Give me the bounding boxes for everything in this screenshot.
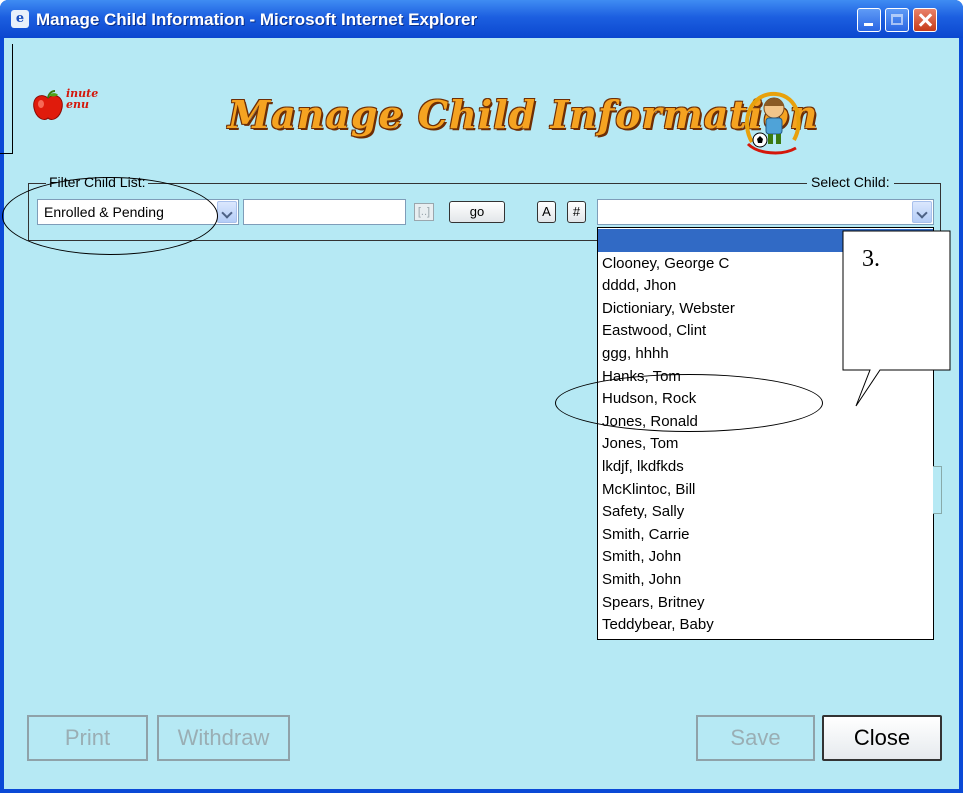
close-button[interactable]: Close: [822, 715, 942, 761]
child-option[interactable]: lkdjf, lkdfkds: [598, 455, 933, 478]
logo-line-2: enu: [66, 98, 89, 111]
select-child-legend: Select Child:: [807, 174, 894, 190]
child-option[interactable]: Teddybear, Baby: [598, 613, 933, 636]
alpha-sort-button[interactable]: A: [537, 201, 556, 223]
maximize-button[interactable]: [885, 8, 909, 32]
page-title: Manage Child Information: [228, 92, 819, 137]
child-option[interactable]: Safety, Sally: [598, 500, 933, 523]
child-search-input[interactable]: [243, 199, 406, 225]
child-option[interactable]: Spears, Britney: [598, 591, 933, 614]
highlight-oval-child: [555, 374, 823, 432]
child-option[interactable]: Smith, Carrie: [598, 523, 933, 546]
apple-logo-icon: [33, 90, 63, 121]
chevron-down-icon[interactable]: [912, 201, 932, 223]
chevron-down-icon[interactable]: [217, 201, 237, 223]
window-title: Manage Child Information - Microsoft Int…: [36, 10, 478, 29]
child-soccer-logo-icon: [744, 91, 801, 155]
callout-box: [842, 230, 951, 407]
child-option[interactable]: McKlintoc, Bill: [598, 478, 933, 501]
child-option[interactable]: Jones, Tom: [598, 432, 933, 455]
logo-wordmark: inute enu: [66, 88, 98, 110]
close-window-button[interactable]: [913, 8, 937, 32]
highlight-oval-filter: [2, 177, 218, 255]
callout-step-number: 3.: [862, 246, 880, 272]
title-bar[interactable]: e Manage Child Information - Microsoft I…: [0, 0, 963, 38]
hidden-panel-edge: [933, 466, 942, 514]
minimize-button[interactable]: [857, 8, 881, 32]
select-child-dropdown[interactable]: [597, 199, 934, 225]
number-sort-button[interactable]: #: [567, 201, 586, 223]
child-option[interactable]: Smith, John: [598, 545, 933, 568]
ie-icon: e: [11, 10, 29, 28]
save-button[interactable]: Save: [696, 715, 815, 761]
print-button[interactable]: Print: [27, 715, 148, 761]
withdraw-button[interactable]: Withdraw: [157, 715, 290, 761]
callout-leader-line: [0, 44, 13, 154]
browse-button[interactable]: [..]: [414, 203, 434, 221]
child-option[interactable]: Smith, John: [598, 568, 933, 591]
go-button[interactable]: go: [449, 201, 505, 223]
